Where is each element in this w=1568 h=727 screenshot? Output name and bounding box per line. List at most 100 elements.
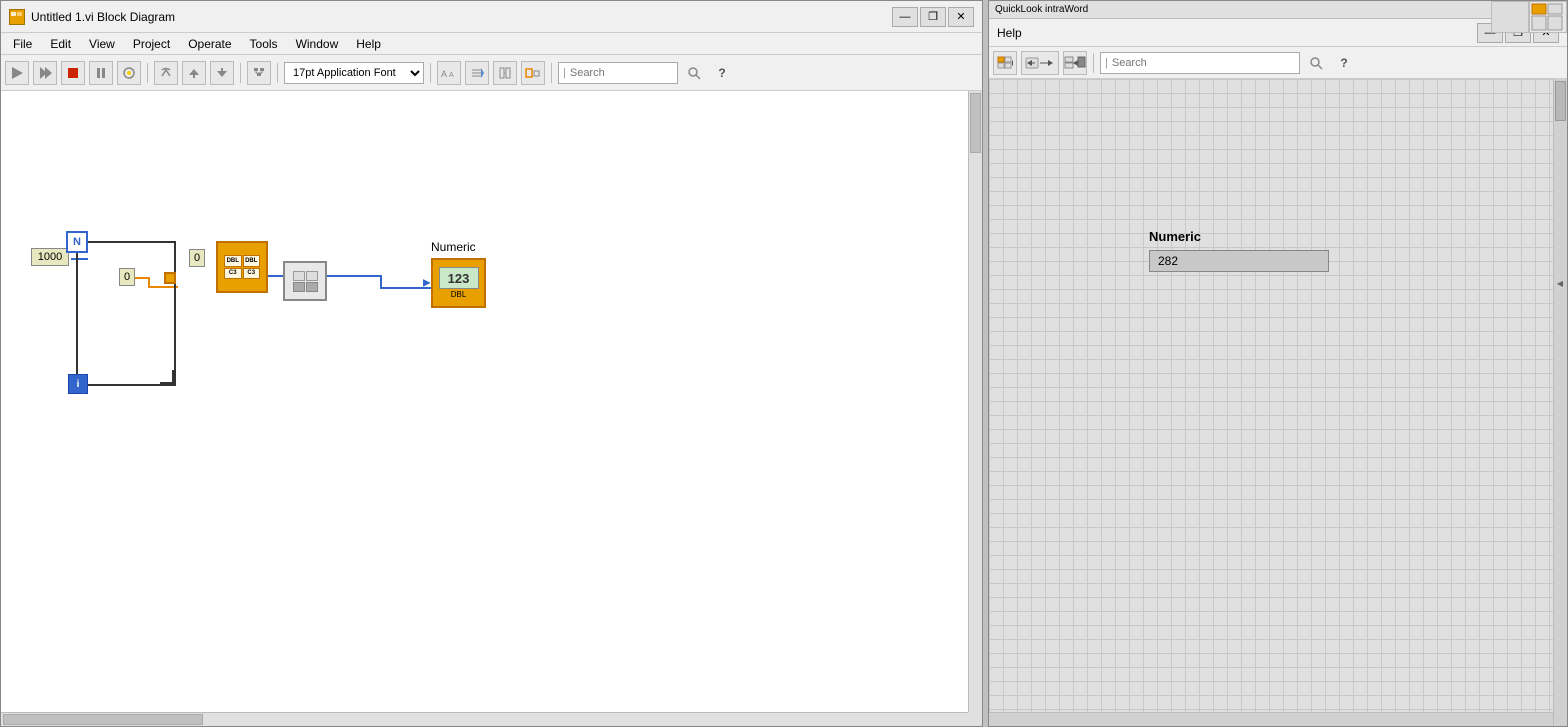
help-separator-1	[1093, 53, 1094, 73]
help-toolbar: | ?	[989, 47, 1567, 79]
array-cell-dbl2: DBL	[243, 255, 261, 267]
help-content: Numeric 282 ◀	[989, 79, 1567, 726]
thumbnail-area	[1491, 1, 1567, 33]
toolbar-search-icon[interactable]	[682, 61, 706, 85]
align-button[interactable]	[465, 61, 489, 85]
help-numeric-title: Numeric	[1149, 229, 1329, 244]
run-button[interactable]	[5, 61, 29, 85]
help-scroll-arrows: ◀	[1553, 279, 1567, 288]
help-numeric-value: 282	[1149, 250, 1329, 272]
toolbar-help-icon[interactable]: ?	[710, 61, 734, 85]
text-size-button[interactable]: A A	[437, 61, 461, 85]
step-over-button[interactable]	[154, 61, 178, 85]
thumbnail-2	[1529, 1, 1567, 33]
help-search-input[interactable]	[1112, 57, 1252, 69]
help-question-icon[interactable]: ?	[1332, 51, 1356, 75]
window-title: Untitled 1.vi Block Diagram	[31, 10, 886, 24]
ba-cell-3	[293, 282, 305, 292]
help-scrollbar-v[interactable]	[1553, 79, 1567, 726]
quicklook-bar: QuickLook intraWord	[989, 1, 1567, 19]
numeric-constant-0b[interactable]: 0	[189, 249, 205, 267]
diagram-area[interactable]: 1000 N i 0 0 DBL D	[1, 91, 982, 726]
array-cell-c32: C3	[243, 268, 261, 280]
horizontal-scroll-thumb[interactable]	[3, 714, 203, 725]
separator-4	[430, 63, 431, 83]
indicator-type: DBL	[451, 290, 467, 299]
numeric-indicator-label: Numeric	[431, 240, 476, 254]
pause-button[interactable]	[89, 61, 113, 85]
ba-cell-4	[306, 282, 318, 292]
separator-1	[147, 63, 148, 83]
horizontal-scrollbar[interactable]	[1, 712, 968, 726]
build-array-display	[293, 271, 318, 292]
numeric-indicator[interactable]: ▶ 123 DBL	[431, 258, 486, 308]
separator-2	[240, 63, 241, 83]
help-search-icon[interactable]	[1304, 51, 1328, 75]
ba-cell-1	[293, 271, 305, 281]
menu-help[interactable]: Help	[348, 35, 389, 53]
menu-window[interactable]: Window	[288, 35, 347, 53]
step-out-button[interactable]	[210, 61, 234, 85]
separator-3	[277, 63, 278, 83]
tunnel-left	[164, 272, 176, 284]
main-window: Untitled 1.vi Block Diagram — ❐ ✕ File E…	[0, 0, 983, 727]
wire-layer	[1, 91, 982, 726]
help-title-bar: Help — ❐ ✕	[989, 19, 1567, 47]
close-button[interactable]: ✕	[948, 7, 974, 27]
minimize-button[interactable]: —	[892, 7, 918, 27]
svg-text:A: A	[441, 69, 447, 79]
for-loop-corner	[160, 370, 174, 384]
indicator-arrow: ▶	[423, 278, 431, 289]
help-window: QuickLook intraWord Help — ❐ ✕	[988, 0, 1568, 727]
title-bar: Untitled 1.vi Block Diagram — ❐ ✕	[1, 1, 982, 33]
toolbar-search-input[interactable]	[570, 67, 660, 79]
run-continuously-button[interactable]	[33, 61, 57, 85]
for-loop[interactable]: N i	[76, 241, 176, 386]
help-nav-button[interactable]	[993, 51, 1017, 75]
help-numeric-section: Numeric 282	[1149, 229, 1329, 272]
scroll-corner	[968, 712, 982, 726]
menu-operate[interactable]: Operate	[180, 35, 239, 53]
vertical-scrollbar[interactable]	[968, 91, 982, 712]
numeric-constant-1000[interactable]: 1000	[31, 248, 69, 266]
toolbar: 17pt Application Font A A	[1, 55, 982, 91]
build-array-function[interactable]	[283, 261, 327, 301]
separator-5	[551, 63, 552, 83]
array-cell-c31: C3	[224, 268, 242, 280]
toolbar-search-box: |	[558, 62, 678, 84]
step-into-button[interactable]	[182, 61, 206, 85]
help-scrollbar-h[interactable]	[989, 712, 1553, 726]
menu-tools[interactable]: Tools	[242, 35, 286, 53]
font-dropdown[interactable]: 17pt Application Font	[284, 62, 424, 84]
menu-project[interactable]: Project	[125, 35, 178, 53]
array-cell-dbl1: DBL	[224, 255, 242, 267]
abort-button[interactable]	[61, 61, 85, 85]
help-more-button[interactable]	[1063, 51, 1087, 75]
array-function[interactable]: DBL DBL C3 C3	[216, 241, 268, 293]
help-search-pipe: |	[1105, 57, 1108, 69]
collapse-arrow[interactable]: ◀	[1553, 279, 1567, 288]
help-window-title: Help	[997, 26, 1471, 40]
menu-edit[interactable]: Edit	[42, 35, 79, 53]
menu-file[interactable]: File	[5, 35, 40, 53]
array-func-display: DBL DBL C3 C3	[224, 255, 260, 279]
search-pipe-icon: |	[563, 67, 566, 79]
resize-button[interactable]	[521, 61, 545, 85]
highlight-button[interactable]	[117, 61, 141, 85]
window-controls: — ❐ ✕	[892, 7, 974, 27]
thumbnail-1	[1491, 1, 1529, 33]
ba-cell-2	[306, 271, 318, 281]
distribute-button[interactable]	[493, 61, 517, 85]
vi-icon	[9, 9, 25, 25]
for-loop-i-terminal[interactable]: i	[68, 374, 88, 394]
numeric-constant-0a[interactable]: 0	[119, 268, 135, 286]
for-loop-n-terminal[interactable]: N	[66, 231, 88, 253]
help-grid-background	[989, 79, 1567, 726]
vertical-scroll-thumb[interactable]	[970, 93, 981, 153]
cleanup-button[interactable]	[247, 61, 271, 85]
help-search-box: |	[1100, 52, 1300, 74]
help-scroll-thumb[interactable]	[1555, 81, 1566, 121]
restore-button[interactable]: ❐	[920, 7, 946, 27]
help-lock-button[interactable]	[1021, 51, 1059, 75]
menu-view[interactable]: View	[81, 35, 123, 53]
